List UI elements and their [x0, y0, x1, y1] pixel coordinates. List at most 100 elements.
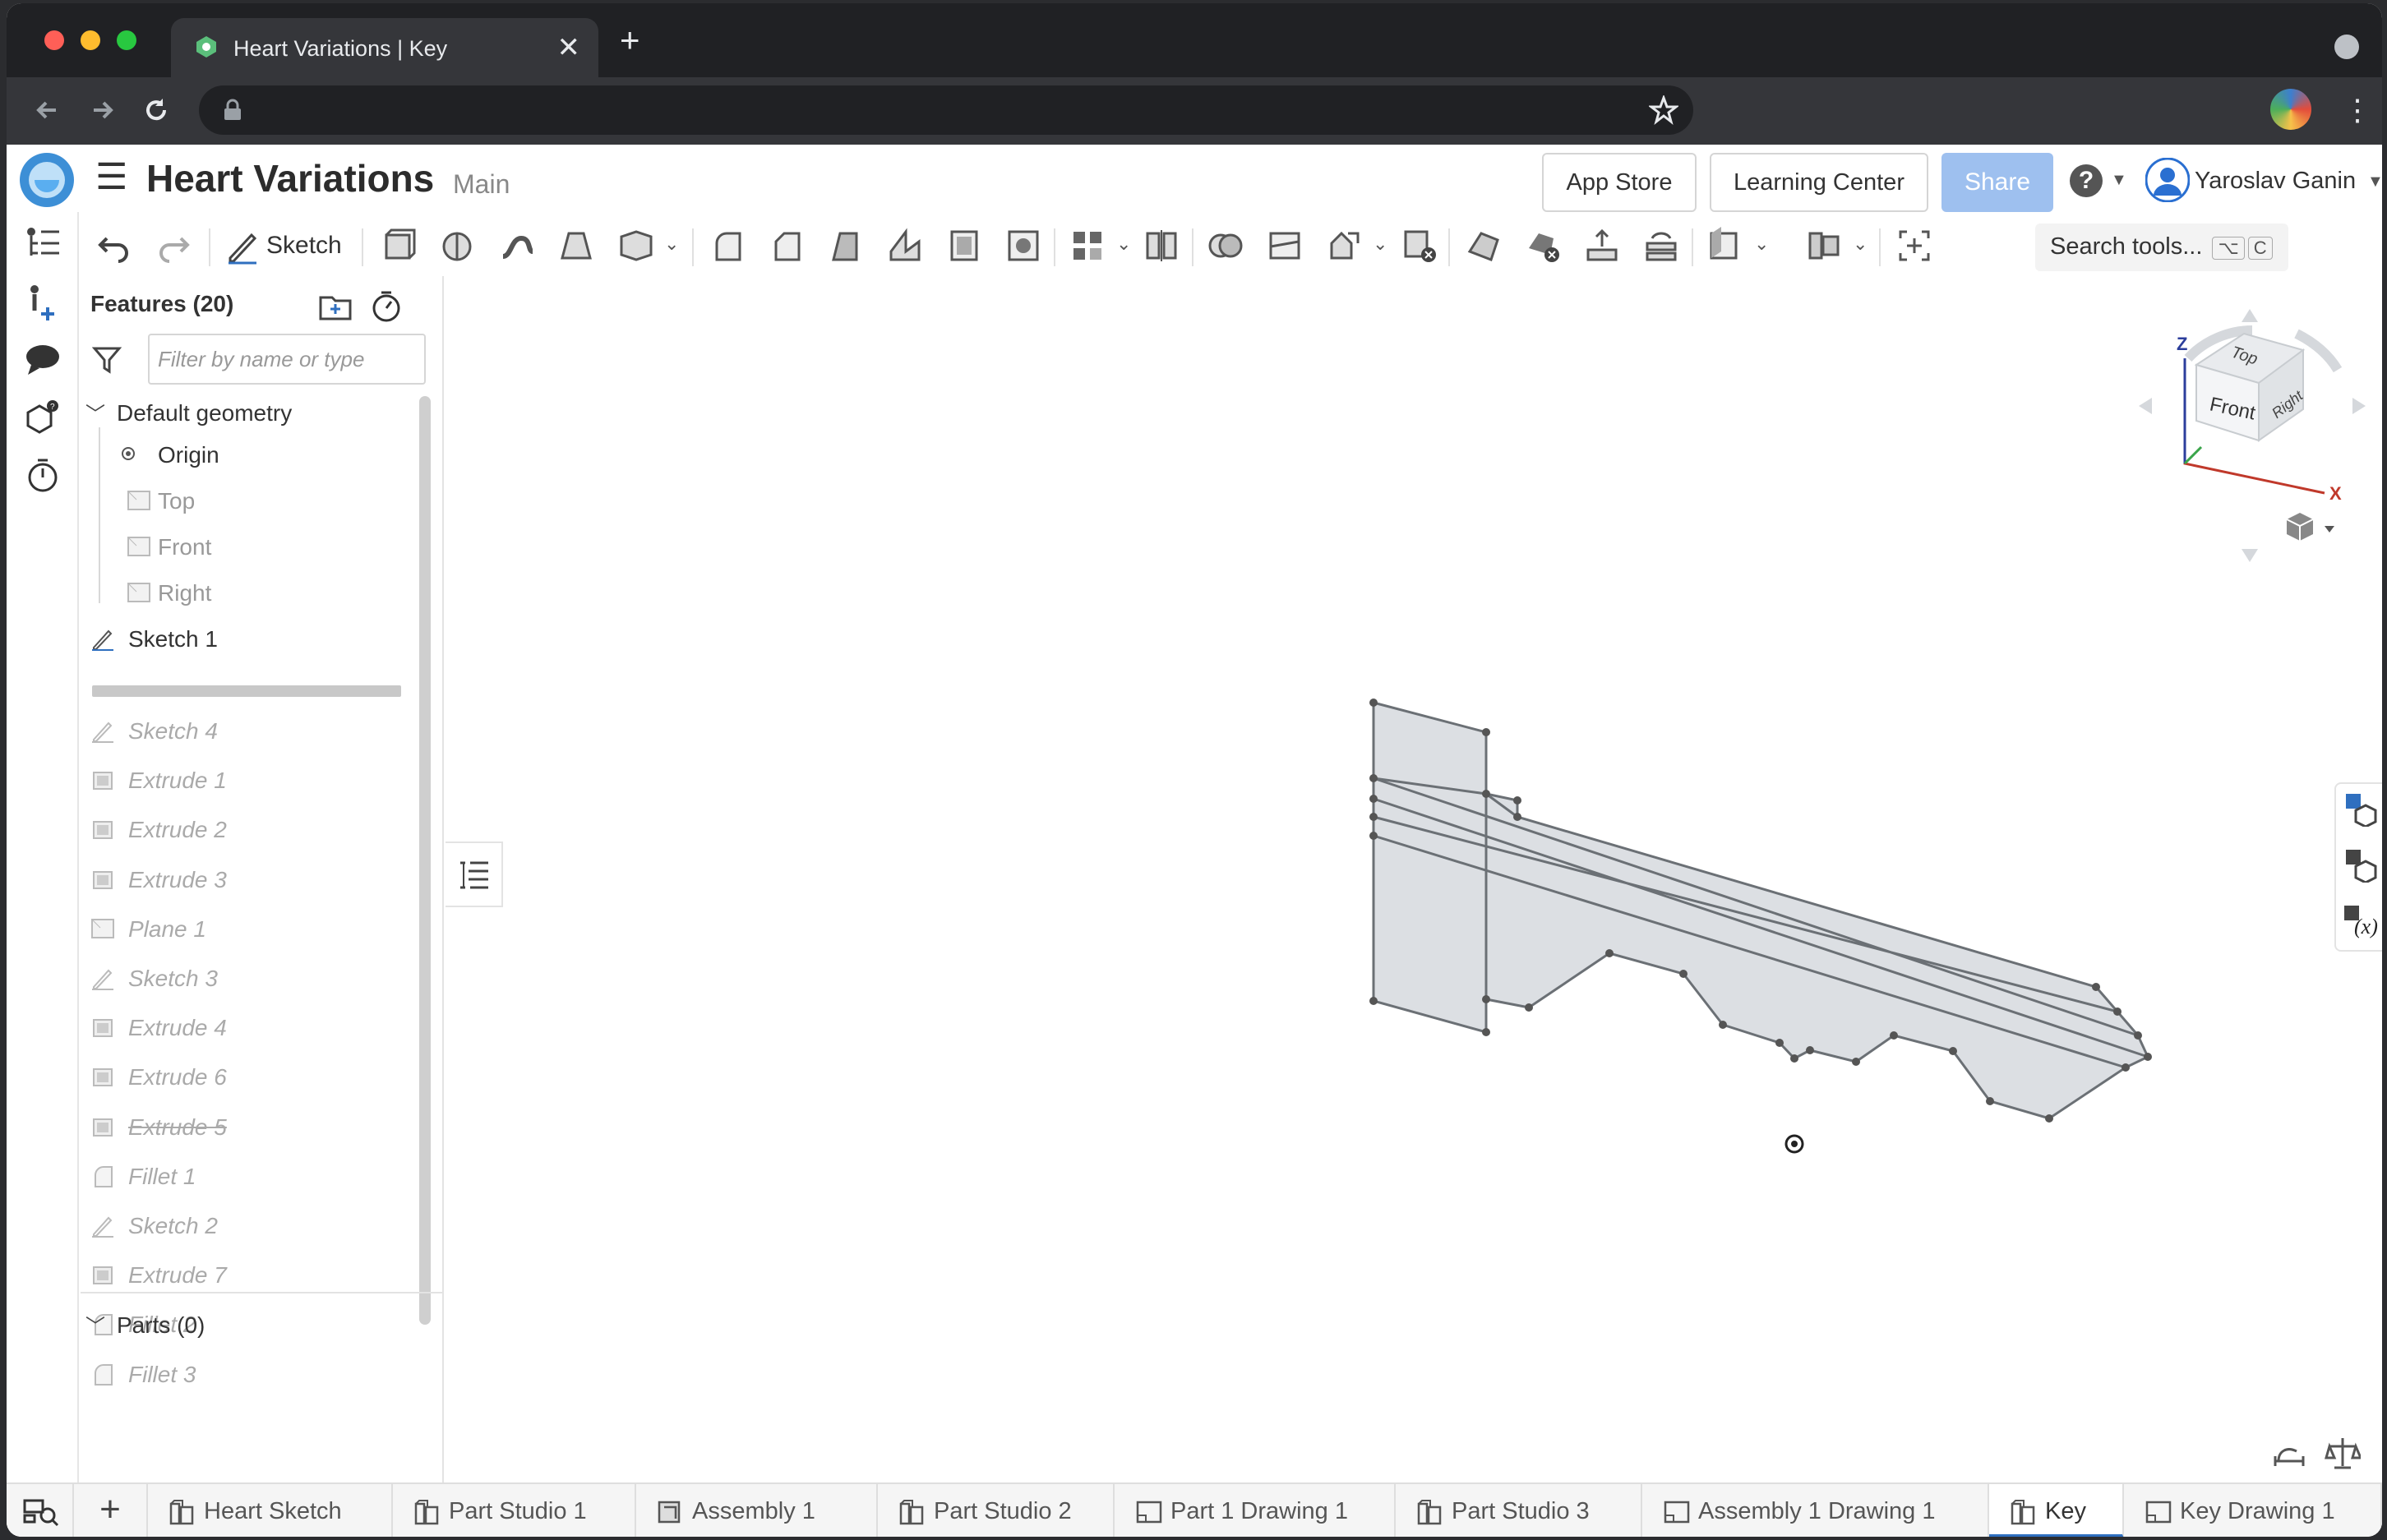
add-folder-icon[interactable]: [317, 289, 353, 322]
feature-extrude-5[interactable]: Extrude 5: [128, 1114, 227, 1141]
rib-icon[interactable]: [886, 227, 924, 265]
transform-dropdown-icon[interactable]: ⌄: [1373, 233, 1387, 255]
sketch-geometry[interactable]: [446, 276, 2382, 1482]
feature-list-scrollbar[interactable]: [419, 396, 431, 1325]
move-face-icon[interactable]: [1583, 227, 1621, 265]
mirror-icon[interactable]: [1143, 227, 1180, 265]
plane-icon[interactable]: [1706, 227, 1744, 265]
parts-list-icon[interactable]: ?: [23, 398, 62, 437]
tab-search-icon[interactable]: [2334, 35, 2359, 59]
tab-assembly-1-drawing-1[interactable]: Assembly 1 Drawing 1: [1642, 1484, 1989, 1537]
mass-properties-icon[interactable]: [2325, 1435, 2361, 1471]
search-tools-input[interactable]: Search tools... ⌥ C: [2035, 224, 2288, 271]
helix-dropdown-icon[interactable]: ⌄: [1853, 233, 1868, 255]
feature-extrude-2[interactable]: Extrude 2: [128, 817, 227, 843]
loft-icon[interactable]: [557, 227, 595, 265]
add-tab-button[interactable]: +: [72, 1484, 148, 1537]
plane-dropdown-icon[interactable]: ⌄: [1754, 233, 1769, 255]
feature-sketch-1[interactable]: Sketch 1: [128, 626, 218, 652]
comments-icon[interactable]: [23, 340, 62, 380]
transform-icon[interactable]: [1325, 227, 1363, 265]
rollback-bar[interactable]: [92, 685, 401, 697]
feature-extrude-7[interactable]: Extrude 7: [128, 1262, 227, 1289]
sketch-profile[interactable]: [1372, 701, 2149, 1120]
shell-icon[interactable]: [945, 227, 983, 265]
feature-extrude-4[interactable]: Extrude 4: [128, 1015, 227, 1041]
modify-fillet-icon[interactable]: [1465, 227, 1503, 265]
helix-icon[interactable]: [1805, 227, 1843, 265]
linear-pattern-icon[interactable]: [1069, 227, 1106, 265]
hole-icon[interactable]: [1004, 227, 1042, 265]
feature-origin[interactable]: Origin: [158, 442, 219, 468]
thicken-icon[interactable]: [616, 227, 654, 265]
tab-part-studio-1[interactable]: Part Studio 1: [393, 1484, 636, 1537]
help-icon[interactable]: ?: [2070, 164, 2103, 197]
view-options-icon[interactable]: [2283, 511, 2341, 547]
back-icon[interactable]: [31, 94, 64, 127]
maximize-window-button[interactable]: [117, 30, 136, 50]
undo-icon[interactable]: [95, 227, 133, 265]
document-title[interactable]: Heart Variations: [146, 156, 434, 201]
address-bar[interactable]: [199, 85, 1693, 135]
delete-face-icon[interactable]: [1524, 227, 1562, 265]
tab-manager-icon[interactable]: [21, 1494, 59, 1528]
variables-panel-icon[interactable]: (x): [2343, 904, 2380, 938]
tab-part-1-drawing-1[interactable]: Part 1 Drawing 1: [1115, 1484, 1396, 1537]
reload-icon[interactable]: [140, 94, 173, 127]
close-window-button[interactable]: [44, 30, 64, 50]
feature-list-icon[interactable]: [23, 224, 62, 263]
tab-close-icon[interactable]: ✕: [557, 31, 581, 64]
share-button[interactable]: Share: [1941, 153, 2053, 212]
revolve-icon[interactable]: [439, 227, 477, 265]
branch-name[interactable]: Main: [453, 169, 510, 200]
redo-icon[interactable]: [155, 227, 192, 265]
rollback-timer-icon[interactable]: [370, 288, 403, 324]
chevron-down-icon[interactable]: ﹀: [85, 1316, 105, 1338]
forward-icon[interactable]: [85, 94, 118, 127]
tab-part-studio-2[interactable]: Part Studio 2: [878, 1484, 1115, 1537]
profile-avatar[interactable]: [2270, 89, 2311, 130]
minimize-window-button[interactable]: [81, 30, 100, 50]
thicken-dropdown-icon[interactable]: ⌄: [664, 233, 679, 255]
feature-fillet-3[interactable]: Fillet 3: [128, 1362, 196, 1388]
learning-center-button[interactable]: Learning Center: [1710, 153, 1928, 212]
configurations-panel-icon[interactable]: [2344, 848, 2379, 883]
tab-assembly-1[interactable]: Assembly 1: [636, 1484, 878, 1537]
replace-face-icon[interactable]: [1642, 227, 1680, 265]
filter-icon[interactable]: [92, 345, 122, 375]
draft-icon[interactable]: [827, 227, 865, 265]
tab-key-drawing-1[interactable]: Key Drawing 1: [2124, 1484, 2382, 1537]
split-icon[interactable]: [1266, 227, 1304, 265]
feature-extrude-1[interactable]: Extrude 1: [128, 768, 227, 794]
appearance-panel-icon[interactable]: [2344, 792, 2379, 827]
help-dropdown-icon[interactable]: ▼: [2111, 171, 2127, 190]
feature-fillet-1[interactable]: Fillet 1: [128, 1164, 196, 1190]
feature-filter-input[interactable]: Filter by name or type: [148, 334, 426, 385]
feature-sketch-2[interactable]: Sketch 2: [128, 1213, 218, 1239]
extrude-icon[interactable]: [380, 227, 418, 265]
fillet-icon[interactable]: [709, 227, 746, 265]
origin-marker[interactable]: [1784, 1134, 1804, 1154]
feature-sketch-3[interactable]: Sketch 3: [128, 966, 218, 992]
chevron-down-icon[interactable]: ﹀: [85, 403, 105, 426]
tab-part-studio-3[interactable]: Part Studio 3: [1396, 1484, 1642, 1537]
chrome-menu-icon[interactable]: ⋮: [2343, 95, 2372, 125]
user-avatar[interactable]: [2145, 158, 2190, 202]
feature-extrude-3[interactable]: Extrude 3: [128, 867, 227, 893]
feature-sketch-4[interactable]: Sketch 4: [128, 718, 218, 745]
delete-part-icon[interactable]: [1401, 227, 1438, 265]
history-timer-icon[interactable]: [23, 455, 62, 495]
chamfer-icon[interactable]: [768, 227, 806, 265]
sweep-icon[interactable]: [498, 227, 536, 265]
parts-toggle[interactable]: ﹀ Parts (0): [85, 1310, 205, 1339]
graphics-viewport[interactable]: Top Front Right Z X: [446, 276, 2382, 1482]
tab-heart-sketch[interactable]: Heart Sketch: [148, 1484, 393, 1537]
user-dropdown-icon[interactable]: ▼: [2367, 173, 2382, 191]
insert-part-icon[interactable]: [23, 283, 62, 322]
new-tab-button[interactable]: +: [620, 23, 640, 58]
pattern-dropdown-icon[interactable]: ⌄: [1116, 233, 1131, 255]
onshape-logo-icon[interactable]: [18, 151, 76, 209]
feature-extrude-6[interactable]: Extrude 6: [128, 1064, 227, 1090]
feature-plane-front[interactable]: Front: [158, 534, 211, 560]
default-geometry-toggle[interactable]: ﹀ Default geometry: [85, 398, 292, 426]
